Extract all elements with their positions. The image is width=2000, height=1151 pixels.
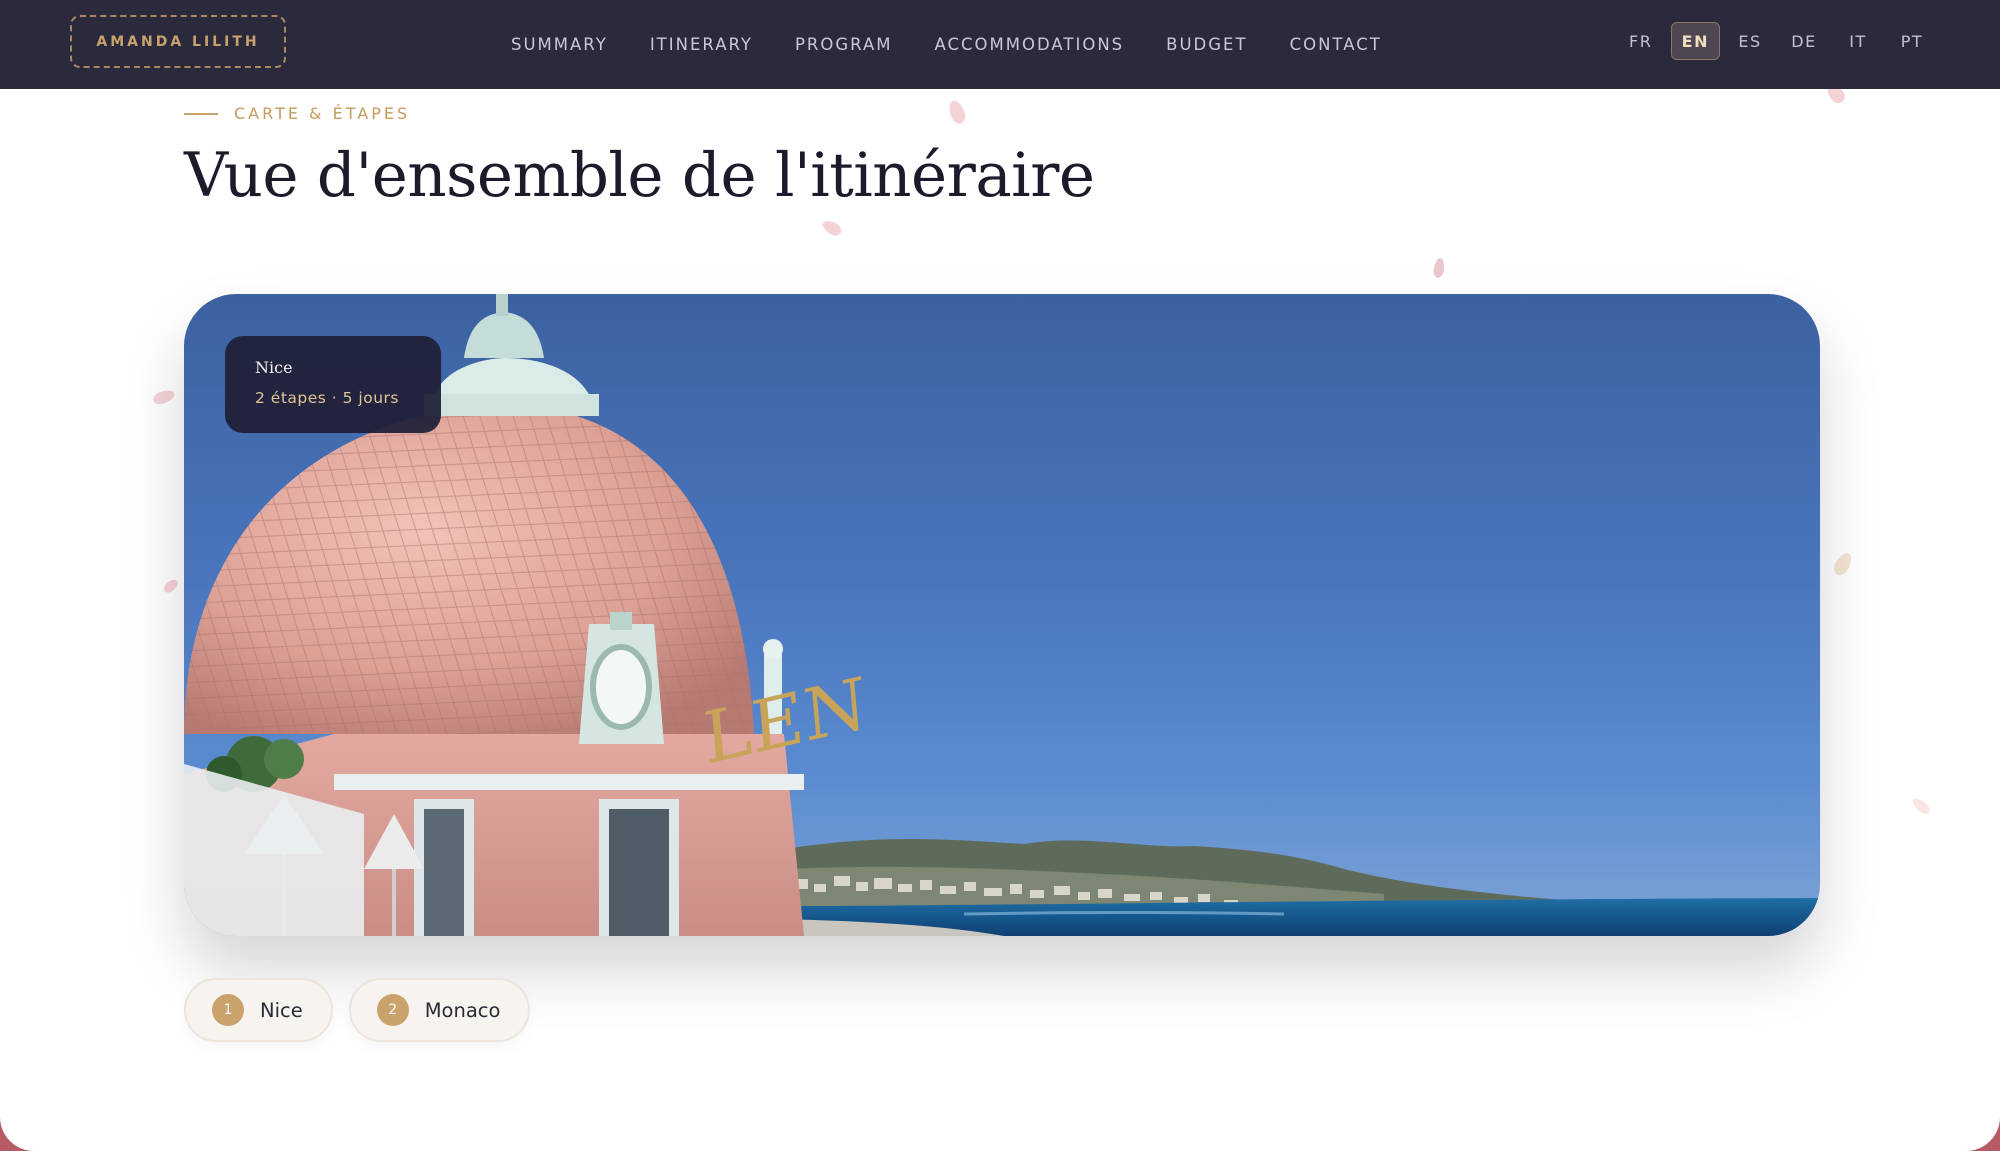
site-logo[interactable]: AMANDA LILITH	[70, 15, 286, 68]
petal-decoration	[1432, 257, 1446, 279]
petal-decoration	[161, 577, 181, 595]
stop-name: Monaco	[424, 998, 501, 1022]
language-switcher: FR EN ES DE IT PT	[1617, 22, 1936, 60]
lang-fr[interactable]: FR	[1617, 22, 1665, 60]
top-navigation-bar: AMANDA LILITH SUMMARY ITINERARY PROGRAM …	[0, 0, 2000, 89]
badge-meta: 2 étapes · 5 jours	[255, 389, 399, 407]
lang-de[interactable]: DE	[1780, 22, 1828, 60]
destination-badge: Nice 2 étapes · 5 jours	[225, 336, 441, 433]
lang-es[interactable]: ES	[1726, 22, 1774, 60]
lang-pt[interactable]: PT	[1888, 22, 1936, 60]
eyebrow-line	[184, 112, 218, 115]
eyebrow-label: CARTE & ÉTAPES	[234, 104, 411, 123]
petal-decoration	[820, 217, 844, 239]
nav-summary[interactable]: SUMMARY	[490, 35, 629, 54]
dome-ornament	[579, 612, 664, 744]
main-nav: SUMMARY ITINERARY PROGRAM ACCOMMODATIONS…	[490, 0, 1403, 89]
badge-city: Nice	[255, 358, 293, 377]
stop-number: 2	[376, 994, 409, 1026]
petal-decoration	[151, 387, 177, 407]
lang-it[interactable]: IT	[1834, 22, 1882, 60]
stop-number: 1	[212, 994, 244, 1026]
petal-decoration	[946, 98, 968, 126]
nav-contact[interactable]: CONTACT	[1269, 35, 1403, 54]
nav-itinerary[interactable]: ITINERARY	[629, 35, 774, 54]
stop-chip-monaco[interactable]: 2 Monaco	[348, 978, 531, 1042]
petal-decoration	[1910, 795, 1932, 817]
petal-decoration	[1830, 550, 1856, 578]
page: AMANDA LILITH SUMMARY ITINERARY PROGRAM …	[0, 0, 2000, 1151]
lang-en[interactable]: EN	[1670, 22, 1720, 60]
itinerary-hero-image: LEN Nice 2 étapes · 5 jours	[184, 294, 1820, 936]
stop-name: Nice	[260, 998, 303, 1022]
nav-program[interactable]: PROGRAM	[774, 35, 914, 54]
section-title: Vue d'ensemble de l'itinéraire	[184, 140, 1095, 211]
itinerary-stops: 1 Nice 2 Monaco	[184, 978, 531, 1042]
section-eyebrow: CARTE & ÉTAPES	[184, 104, 410, 123]
nav-budget[interactable]: BUDGET	[1145, 35, 1268, 54]
nav-accommodations[interactable]: ACCOMMODATIONS	[913, 35, 1145, 54]
stop-chip-nice[interactable]: 1 Nice	[184, 978, 333, 1042]
